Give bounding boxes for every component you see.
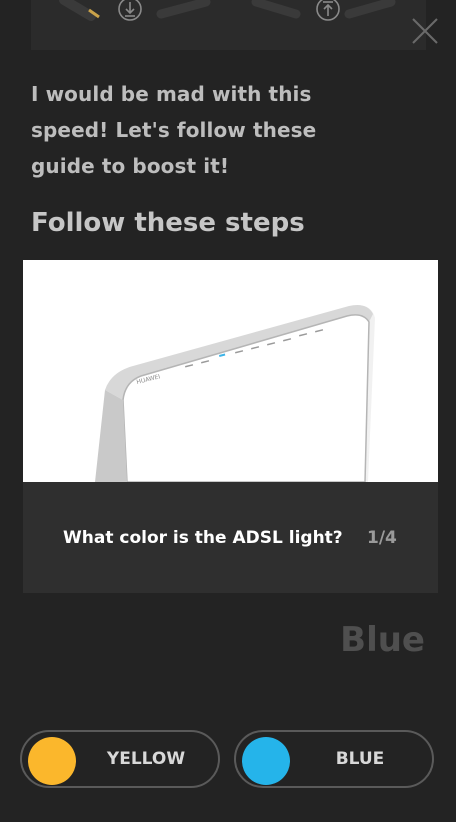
option-label: BLUE <box>335 749 385 769</box>
router-image: HUAWEI <box>23 260 438 482</box>
step-counter: 1/4 <box>367 528 397 548</box>
steps-title: Follow these steps <box>31 208 305 238</box>
close-icon <box>412 18 438 44</box>
option-blue-button[interactable]: BLUE <box>234 730 434 788</box>
step-card: HUAWEI What color is the ADSL light? 1/4 <box>23 260 438 593</box>
intro-text: I would be mad with this speed! Let's fo… <box>31 82 317 178</box>
download-icon <box>118 0 142 21</box>
yellow-swatch <box>28 737 76 785</box>
close-button[interactable] <box>410 16 440 46</box>
blue-swatch <box>242 737 290 785</box>
step-question: What color is the ADSL light? <box>63 528 343 548</box>
upload-icon <box>316 0 340 21</box>
option-yellow-button[interactable]: YELLOW <box>20 730 220 788</box>
selected-answer: Blue <box>340 620 425 660</box>
speed-result-card <box>31 0 426 50</box>
option-label: YELLOW <box>106 749 186 769</box>
